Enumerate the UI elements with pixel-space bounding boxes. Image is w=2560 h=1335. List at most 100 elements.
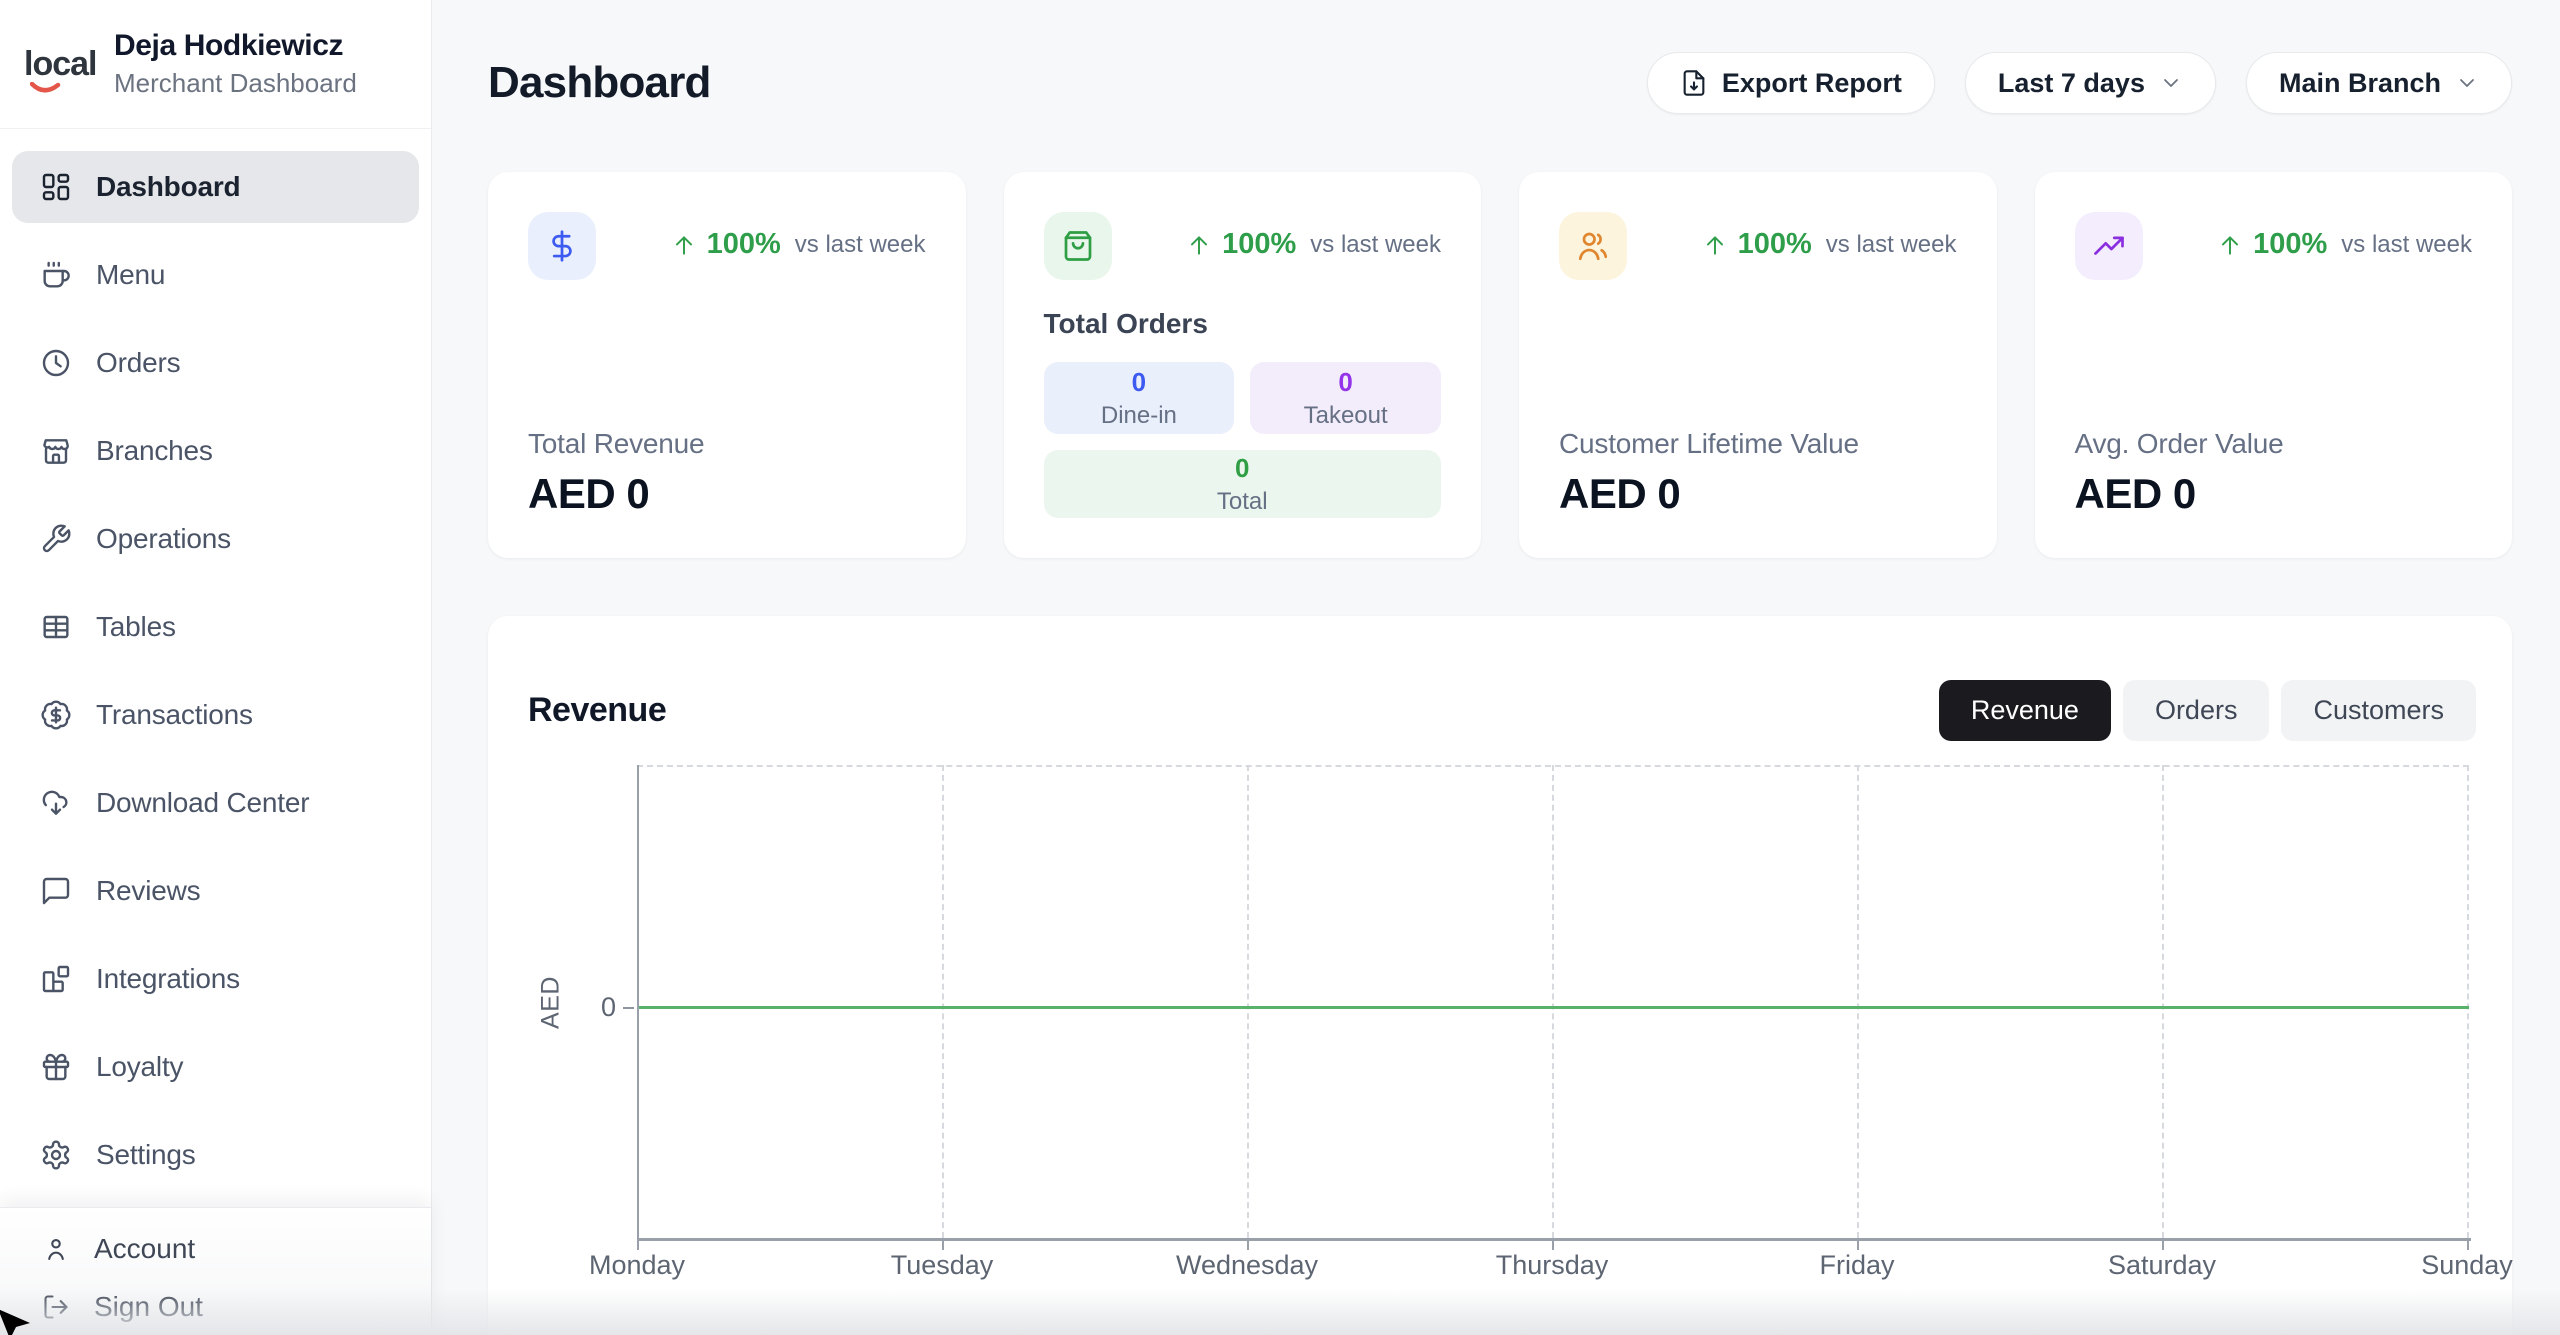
gift-icon [40, 1051, 72, 1083]
x-tick [942, 1241, 944, 1250]
arrow-up-icon [671, 232, 697, 258]
sidebar-item-operations[interactable]: Operations [12, 503, 419, 575]
avg-order-value-card: 100% vs last week Avg. Order Value AED 0 [2035, 172, 2513, 558]
footer-item-label: Account [94, 1233, 195, 1265]
store-icon [40, 435, 72, 467]
brand-meta: Deja Hodkiewicz Merchant Dashboard [114, 29, 357, 99]
sidebar-item-orders[interactable]: Orders [12, 327, 419, 399]
brand-header: local Deja Hodkiewicz Merchant Dashboard [0, 0, 431, 129]
trend-value: 100% [1738, 228, 1812, 261]
sidebar-item-label: Menu [96, 259, 165, 291]
dollar-icon-badge [528, 212, 596, 280]
tab-customers[interactable]: Customers [2281, 680, 2476, 741]
x-label-saturday: Saturday [2062, 1250, 2262, 1281]
sidebar-item-dashboard[interactable]: Dashboard [12, 151, 419, 223]
stat-label: Avg. Order Value [2075, 428, 2473, 460]
total-count: 0 [1235, 453, 1249, 484]
trend-indicator: 100% vs last week [2217, 228, 2472, 261]
blocks-icon [40, 963, 72, 995]
takeout-label: Takeout [1304, 402, 1388, 430]
gridline-thursday [1552, 765, 1554, 1238]
zero-value-series-line [639, 1006, 2469, 1009]
sidebar-item-branches[interactable]: Branches [12, 415, 419, 487]
gridline-sunday [2467, 765, 2469, 1238]
sidebar-item-label: Transactions [96, 699, 253, 731]
coffee-icon [40, 259, 72, 291]
date-range-label: Last 7 days [1998, 68, 2145, 99]
sidebar-item-tables[interactable]: Tables [12, 591, 419, 663]
sidebar-item-label: Operations [96, 523, 231, 555]
trend-value: 100% [1222, 228, 1296, 261]
sidebar-item-label: Tables [96, 611, 176, 643]
branch-label: Main Branch [2279, 68, 2441, 99]
total-chip: 0 Total [1044, 450, 1442, 518]
export-report-button[interactable]: Export Report [1647, 52, 1935, 114]
sidebar-item-menu[interactable]: Menu [12, 239, 419, 311]
dine-in-label: Dine-in [1101, 402, 1177, 430]
grid-top-dashed [637, 765, 2469, 767]
x-label-sunday: Sunday [2367, 1250, 2560, 1281]
x-tick [637, 1241, 639, 1250]
total-orders-heading: Total Orders [1044, 308, 1442, 340]
chart-title: Revenue [528, 691, 666, 730]
trend-indicator: 100% vs last week [1702, 228, 1957, 261]
x-axis-line [637, 1238, 2471, 1241]
sidebar-item-label: Settings [96, 1139, 196, 1171]
trending-up-icon [2091, 228, 2127, 264]
sidebar-item-settings[interactable]: Settings [12, 1119, 419, 1191]
y-axis-zero-tick [623, 1007, 634, 1009]
user-icon [42, 1235, 70, 1263]
trend-caption: vs last week [795, 231, 926, 259]
gridline-tuesday [942, 765, 944, 1238]
gridline-saturday [2162, 765, 2164, 1238]
trend-caption: vs last week [1310, 231, 1441, 259]
sidebar-item-download-center[interactable]: Download Center [12, 767, 419, 839]
dollar-icon [544, 228, 580, 264]
x-tick [1552, 1241, 1554, 1250]
x-tick [2162, 1241, 2164, 1250]
chart-header: Revenue Revenue Orders Customers [528, 680, 2476, 741]
shopping-bag-icon-badge [1044, 212, 1112, 280]
mouse-cursor [0, 1301, 42, 1335]
x-label-monday: Monday [537, 1250, 737, 1281]
cloud-download-icon [40, 787, 72, 819]
users-icon-badge [1559, 212, 1627, 280]
y-axis-title: AED [537, 948, 566, 1058]
sidebar-item-label: Dashboard [96, 171, 240, 203]
sidebar-item-label: Loyalty [96, 1051, 183, 1083]
x-tick [2467, 1241, 2469, 1250]
bottom-edge-fade [0, 1289, 2560, 1335]
badge-dollar-icon [40, 699, 72, 731]
sidebar-item-label: Orders [96, 347, 180, 379]
gear-icon [40, 1139, 72, 1171]
local-logo: local [24, 45, 96, 84]
sidebar-item-transactions[interactable]: Transactions [12, 679, 419, 751]
sidebar-item-integrations[interactable]: Integrations [12, 943, 419, 1015]
sidebar-item-label: Reviews [96, 875, 200, 907]
stat-label: Customer Lifetime Value [1559, 428, 1957, 460]
chevron-down-icon [2159, 71, 2183, 95]
branch-dropdown[interactable]: Main Branch [2246, 52, 2512, 114]
sidebar-item-loyalty[interactable]: Loyalty [12, 1031, 419, 1103]
date-range-dropdown[interactable]: Last 7 days [1965, 52, 2216, 114]
y-tick-label: 0 [580, 992, 616, 1023]
sidebar-item-account[interactable]: Account [12, 1220, 419, 1278]
trend-indicator: 100% vs last week [671, 228, 926, 261]
stat-value: AED 0 [528, 470, 926, 518]
trend-value: 100% [2253, 228, 2327, 261]
gridline-monday [637, 765, 639, 1238]
sidebar-item-reviews[interactable]: Reviews [12, 855, 419, 927]
clock-icon [40, 347, 72, 379]
tab-revenue[interactable]: Revenue [1939, 680, 2111, 741]
revenue-chart-card: Revenue Revenue Orders Customers [488, 616, 2512, 1335]
tab-orders[interactable]: Orders [2123, 680, 2270, 741]
merchant-name: Deja Hodkiewicz [114, 29, 357, 63]
stat-cards-row: 100% vs last week Total Revenue AED 0 [488, 172, 2512, 558]
stat-value: AED 0 [2075, 470, 2473, 518]
trend-caption: vs last week [1826, 231, 1957, 259]
brand-subtitle: Merchant Dashboard [114, 68, 357, 99]
arrow-up-icon [2217, 232, 2243, 258]
page-header: Dashboard Export Report Last 7 days Main… [432, 0, 2560, 114]
y-axis-line [637, 765, 639, 1240]
sidebar: local Deja Hodkiewicz Merchant Dashboard… [0, 0, 432, 1335]
